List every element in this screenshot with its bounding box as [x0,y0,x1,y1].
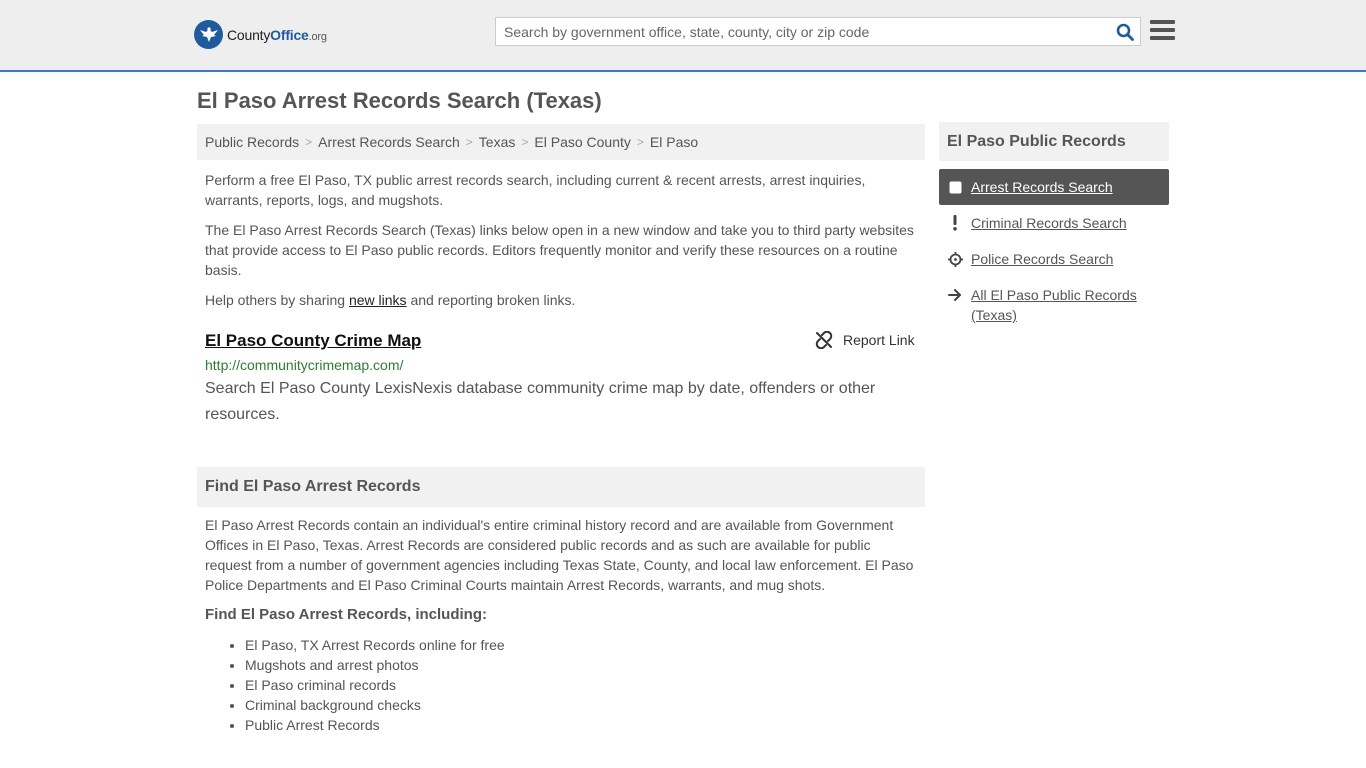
top-header: CountyOffice.org [0,0,1366,72]
find-records-list: El Paso, TX Arrest Records online for fr… [245,635,505,735]
breadcrumb-texas[interactable]: Texas [479,134,516,150]
page-title: El Paso Arrest Records Search (Texas) [197,88,602,113]
square-icon [947,177,963,197]
sidebar-item-label: Arrest Records Search [971,179,1113,195]
hamburger-menu-icon[interactable] [1150,20,1175,42]
search-button[interactable] [1110,18,1140,45]
resource-title-link[interactable]: El Paso County Crime Map [205,331,421,351]
breadcrumb-separator-icon: > [305,135,313,149]
list-item: El Paso, TX Arrest Records online for fr… [245,635,505,655]
broken-link-icon [815,331,833,349]
breadcrumb: Public Records > Arrest Records Search >… [197,124,925,160]
sidebar-item-label: Police Records Search [971,251,1114,267]
eagle-icon [194,20,223,49]
intro-paragraph: Perform a free El Paso, TX public arrest… [205,172,866,208]
arrow-right-icon [947,285,963,305]
sidebar-item-all-public-records[interactable]: All El Paso Public Records (Texas) [939,277,1169,333]
search-input[interactable] [496,18,1110,45]
breadcrumb-el-paso-county[interactable]: El Paso County [534,134,631,150]
sidebar-item-police-records-search[interactable]: Police Records Search [939,241,1169,277]
report-link-label: Report Link [843,332,915,348]
breadcrumb-separator-icon: > [465,135,473,149]
find-section-heading: Find El Paso Arrest Records [197,467,925,507]
sidebar-item-label: Criminal Records Search [971,215,1127,231]
list-item: Criminal background checks [245,695,505,715]
search-icon [1116,23,1134,41]
list-item: Public Arrest Records [245,715,505,735]
breadcrumb-public-records[interactable]: Public Records [205,134,299,150]
crosshair-icon [947,249,963,269]
exclamation-icon [947,213,963,233]
sidebar-item-criminal-records-search[interactable]: Criminal Records Search [939,205,1169,241]
breadcrumb-el-paso[interactable]: El Paso [650,134,698,150]
breadcrumb-arrest-records-search[interactable]: Arrest Records Search [318,134,460,150]
report-link-button[interactable]: Report Link [815,331,915,349]
breadcrumb-separator-icon: > [636,135,644,149]
search-bar [495,17,1141,46]
find-section-paragraph: El Paso Arrest Records contain an indivi… [205,517,914,593]
site-logo[interactable]: CountyOffice.org [194,20,327,49]
logo-text: CountyOffice.org [227,26,327,43]
list-item: Mugshots and arrest photos [245,655,505,675]
disclaimer-paragraph: The El Paso Arrest Records Search (Texas… [205,222,914,278]
resource-description: Search El Paso County LexisNexis databas… [205,380,876,423]
sidebar-item-arrest-records-search[interactable]: Arrest Records Search [939,169,1169,205]
find-section-subheading: Find El Paso Arrest Records, including: [205,606,487,623]
sidebar-item-label: All El Paso Public Records (Texas) [971,287,1137,323]
share-paragraph: Help others by sharing new links and rep… [205,292,576,308]
new-links-link[interactable]: new links [349,292,407,308]
list-item: El Paso criminal records [245,675,505,695]
breadcrumb-separator-icon: > [521,135,529,149]
sidebar-heading: El Paso Public Records [939,122,1169,161]
resource-url: http://communitycrimemap.com/ [205,357,404,373]
